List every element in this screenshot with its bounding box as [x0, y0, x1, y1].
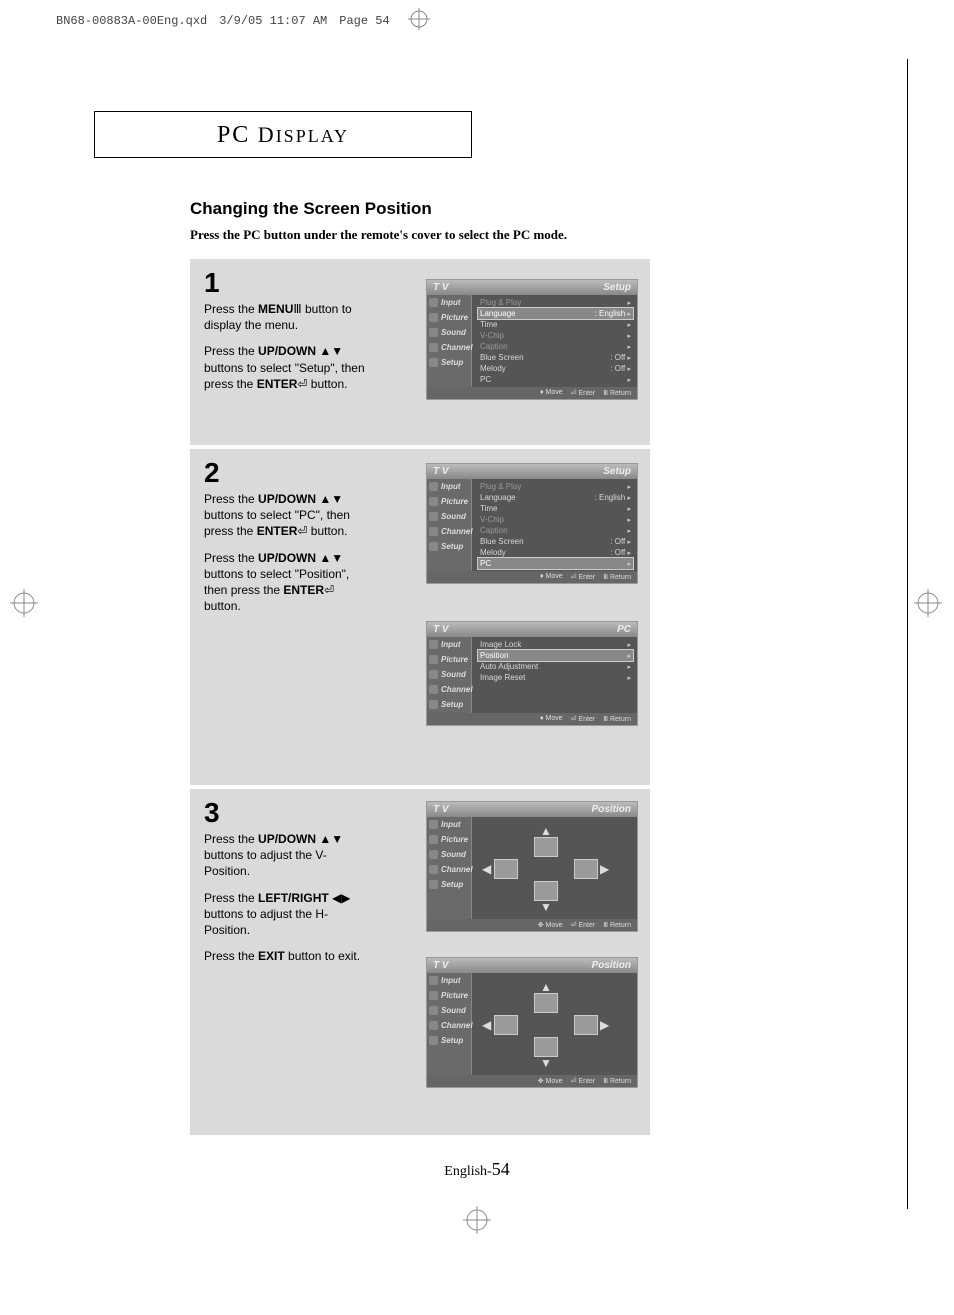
enter-icon: ⏎ [297, 377, 307, 391]
osd-body: Plug & Play Language: English Time V-Chi… [472, 295, 637, 387]
page: PC DISPLAY Changing the Screen Position … [40, 49, 914, 1249]
position-diagram: ▲ ◀ ▶ ▼ [478, 981, 633, 1071]
section-title: PC DISPLAY [217, 122, 349, 147]
step-3-text: Press the UP/DOWN ▲▼ buttons to adjust t… [204, 831, 372, 964]
osd-position-1: T VPosition Input Picture Sound Channel … [426, 801, 638, 932]
osd-setup-pc: T VSetup Input Picture Sound Channel Set… [426, 463, 638, 584]
print-page: Page 54 [339, 15, 389, 27]
osd-pc-position: T VPC Input Picture Sound Channel Setup … [426, 621, 638, 726]
crop-mark-top-icon [408, 8, 430, 33]
position-diagram: ▲ ◀ ▶ ▼ [478, 825, 633, 915]
step-2-text: Press the UP/DOWN ▲▼ buttons to select "… [204, 491, 372, 614]
step-1-text: Press the MENUⅢ button to display the me… [204, 301, 372, 392]
print-file: BN68-00883A-00Eng.qxd [56, 15, 207, 27]
menu-icon: Ⅲ [293, 302, 301, 316]
osd-sidebar: Input Picture Sound Channel Setup [427, 295, 472, 387]
crop-mark-right-icon [914, 589, 942, 622]
page-subtitle: Changing the Screen Position [190, 199, 432, 219]
updown-icon: ▲▼ [319, 551, 343, 565]
crop-mark-left-icon [10, 589, 38, 622]
page-footer: English-54 [40, 1160, 914, 1179]
right-margin-rule [907, 59, 908, 1209]
section-header: PC DISPLAY [94, 111, 472, 158]
lead-text: Press the PC button under the remote's c… [190, 227, 567, 244]
print-date: 3/9/05 11:07 AM [219, 15, 327, 27]
updown-icon: ▲▼ [319, 344, 343, 358]
enter-icon: ⏎ [297, 524, 307, 538]
print-header: BN68-00883A-00Eng.qxd 3/9/05 11:07 AM Pa… [0, 0, 954, 33]
enter-icon: ⏎ [324, 583, 334, 597]
osd-setup-language: T VSetup Input Picture Sound Channel Set… [426, 279, 638, 400]
updown-icon: ▲▼ [319, 492, 343, 506]
osd-position-2: T VPosition Input Picture Sound Channel … [426, 957, 638, 1088]
crop-mark-bottom-icon [463, 1206, 491, 1239]
step-3: 3 Press the UP/DOWN ▲▼ buttons to adjust… [190, 789, 650, 1135]
updown-icon: ▲▼ [319, 832, 343, 846]
step-2: 2 Press the UP/DOWN ▲▼ buttons to select… [190, 449, 650, 785]
step-1: 1 Press the MENUⅢ button to display the … [190, 259, 650, 445]
leftright-icon: ◀▶ [332, 891, 350, 905]
